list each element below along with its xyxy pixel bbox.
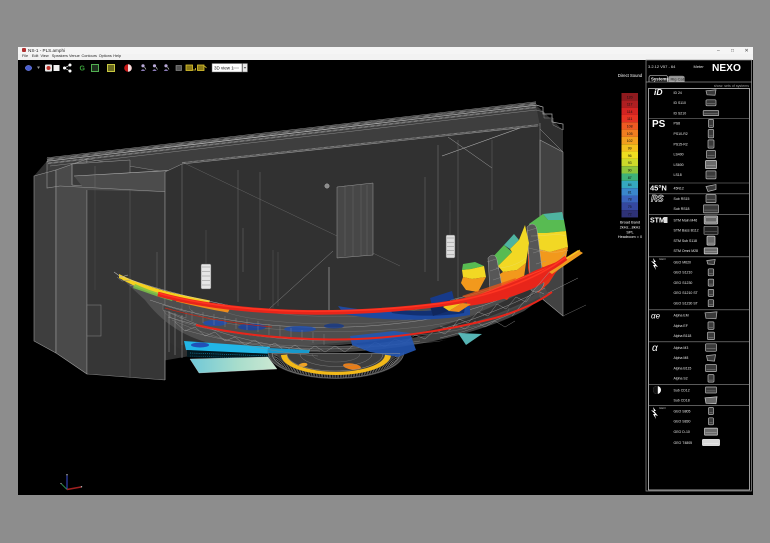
svg-text:Sub RS18: Sub RS18 [674,207,690,211]
svg-text:2kHz...8kHz: 2kHz...8kHz [620,225,641,229]
svg-text:99: 99 [628,147,632,151]
svg-text:72: 72 [628,212,632,216]
svg-text:Alpha M8: Alpha M8 [674,356,689,360]
svg-text:STM Omni M28: STM Omni M28 [674,249,699,253]
svg-text:GEO S1230: GEO S1230 [674,281,693,285]
svg-text:3.2.12 V57 - 64: 3.2.12 V57 - 64 [648,64,676,69]
svg-text:show: sets of systems: show: sets of systems [714,84,749,88]
svg-text:SPL: SPL [626,230,633,234]
svg-text:PS15-R2: PS15-R2 [674,142,688,146]
svg-text:Sub CD12: Sub CD12 [674,388,690,392]
svg-text:Sub CD18: Sub CD18 [674,399,690,403]
svg-text:STM: STM [650,218,665,225]
svg-text:PS8: PS8 [674,122,681,126]
svg-text:75: 75 [628,205,632,209]
svg-text:114: 114 [627,110,633,114]
svg-text:81: 81 [628,190,632,194]
svg-text:NEXO: NEXO [712,63,741,74]
svg-text:STM Bass B112: STM Bass B112 [674,229,699,233]
svg-text:87: 87 [628,176,632,180]
svg-text:90: 90 [628,168,632,172]
svg-text:102: 102 [627,139,633,143]
svg-text:PS10-R2: PS10-R2 [674,132,688,136]
svg-text:Alpha M3: Alpha M3 [674,346,689,350]
svg-text:93: 93 [628,161,632,165]
svg-text:αe: αe [651,311,661,320]
svg-text:84: 84 [628,183,632,187]
svg-text:ID 24: ID 24 [674,91,682,95]
svg-text:LS400: LS400 [674,153,684,157]
svg-text:GEO: GEO [659,257,666,261]
svg-text:Rig Cab: Rig Cab [671,77,686,82]
svg-text:Direct Sound: Direct Sound [618,73,643,78]
svg-text:GEO T4805: GEO T4805 [674,441,693,445]
svg-text:117: 117 [627,103,633,107]
svg-text:Headroom = 0: Headroom = 0 [618,235,642,239]
svg-text:Alpha EF: Alpha EF [674,324,688,328]
svg-text:GEO S1230 ST: GEO S1230 ST [674,302,699,306]
svg-text:LS600: LS600 [674,163,684,167]
svg-text:45N12: 45N12 [674,186,684,190]
svg-text:iD: iD [654,87,663,97]
svg-text:GEO M620: GEO M620 [674,260,692,264]
svg-text:111: 111 [627,117,632,121]
svg-text:Systems: Systems [651,77,669,82]
svg-text:Broad Band: Broad Band [620,221,640,225]
svg-text:Sub RS15: Sub RS15 [674,197,690,201]
svg-text:78: 78 [628,198,632,202]
svg-text:LS18: LS18 [674,173,682,177]
svg-text:Meter: Meter [694,64,705,69]
svg-text:ID S210: ID S210 [674,111,687,115]
svg-text:Alpha S2: Alpha S2 [674,377,688,381]
svg-text:STM Main M46: STM Main M46 [674,218,698,222]
svg-text:PS: PS [652,119,666,130]
svg-text:GEO S805: GEO S805 [674,409,691,413]
svg-text:Alpha B115: Alpha B115 [674,366,692,370]
svg-text:RS: RS [651,194,664,204]
svg-text:GEO: GEO [659,406,666,410]
svg-text:105: 105 [627,132,633,136]
svg-text:3D view 1: 3D view 1 [214,66,234,71]
svg-text:120: 120 [627,95,633,99]
svg-text:108: 108 [627,125,633,129]
svg-text:GEO D-10: GEO D-10 [674,430,690,434]
svg-text:GEO S1210: GEO S1210 [674,271,693,275]
svg-text:GEO S1210 ST: GEO S1210 ST [674,291,699,295]
svg-text:GEO S830: GEO S830 [674,420,691,424]
svg-text:α: α [652,343,658,354]
svg-text:STM Sub S118: STM Sub S118 [674,239,698,243]
svg-text:96: 96 [628,154,632,158]
svg-text:Alpha EM: Alpha EM [674,314,689,318]
svg-text:ID S110: ID S110 [674,101,686,105]
svg-text:45°N: 45°N [650,184,667,193]
svg-text:G: G [80,66,86,73]
svg-text:Alpha B118: Alpha B118 [674,334,692,338]
